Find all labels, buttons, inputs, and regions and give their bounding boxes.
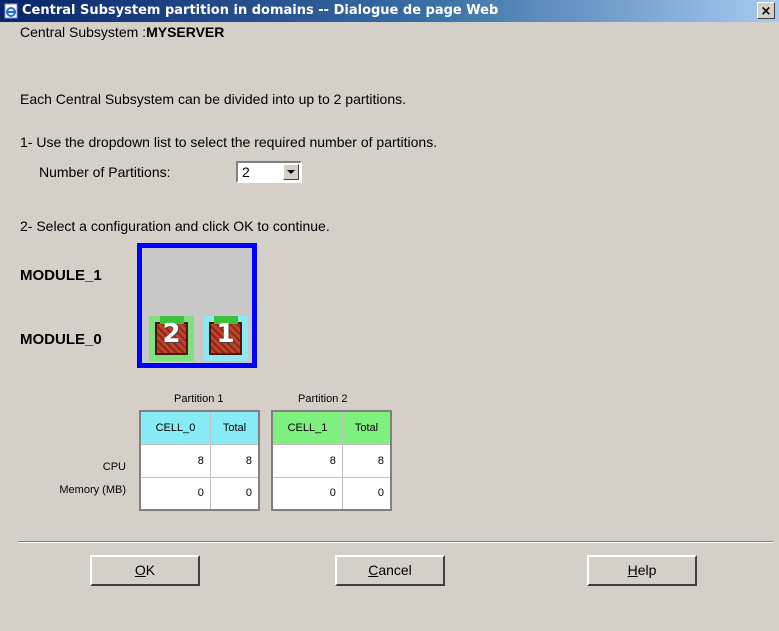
partition-1-title: Partition 1	[174, 393, 224, 405]
ok-accelerator: O	[134, 562, 146, 578]
memory-row-label: Memory (MB)	[59, 484, 126, 496]
subsystem-line: Central Subsystem :MYSERVER	[20, 24, 224, 40]
subsystem-name: MYSERVER	[146, 24, 225, 40]
subsystem-label: Central Subsystem :	[20, 24, 147, 40]
table-cell: 8	[341, 443, 392, 478]
column-header: Total	[209, 410, 260, 445]
table-header-row: CELL_0 Total	[139, 410, 260, 445]
partitions-dropdown[interactable]: 2	[236, 161, 302, 183]
partition-2-table: CELL_1 Total 8 8 0 0	[271, 410, 392, 511]
divider	[18, 541, 773, 543]
table-row: 0 0	[139, 476, 260, 511]
dialog-window: Central Subsystem partition in domains -…	[0, 0, 779, 631]
table-row: 0 0	[271, 476, 392, 511]
cell-partition-number: 2	[162, 319, 181, 349]
table-cell: 8	[209, 443, 260, 478]
cpu-row-label: CPU	[102, 461, 126, 473]
table-cell: 8	[271, 443, 343, 478]
help-label: elp	[637, 562, 657, 578]
ok-label: K	[145, 562, 156, 578]
module-1-label: MODULE_1	[20, 267, 102, 284]
configuration-option[interactable]: 2 1	[137, 243, 257, 368]
close-button[interactable]: ×	[757, 2, 775, 19]
table-cell: 0	[341, 476, 392, 511]
step2-text: 2- Select a configuration and click OK t…	[20, 218, 330, 234]
partitions-label: Number of Partitions:	[39, 164, 171, 180]
partitions-value: 2	[242, 164, 250, 180]
step1-text: 1- Use the dropdown list to select the r…	[20, 134, 438, 150]
window-title: Central Subsystem partition in domains -…	[22, 3, 499, 18]
column-header: CELL_0	[139, 410, 211, 445]
chevron-down-icon[interactable]	[283, 164, 299, 180]
cell-partition-number: 1	[216, 319, 235, 349]
intro-text: Each Central Subsystem can be divided in…	[20, 91, 406, 107]
module-0-label: MODULE_0	[20, 331, 102, 348]
table-cell: 0	[209, 476, 260, 511]
column-header: Total	[341, 410, 392, 445]
ok-button[interactable]: OK	[90, 555, 200, 586]
cancel-label: ancel	[378, 562, 412, 578]
cell-1[interactable]: 1	[203, 316, 248, 361]
ie-page-icon	[4, 3, 18, 19]
cancel-button[interactable]: Cancel	[335, 555, 445, 586]
help-button[interactable]: Help	[587, 555, 697, 586]
help-accelerator: H	[627, 562, 638, 578]
column-header: CELL_1	[271, 410, 343, 445]
cell-0[interactable]: 2	[149, 316, 194, 361]
table-cell: 8	[139, 443, 211, 478]
close-icon: ×	[760, 4, 772, 19]
partition-2-title: Partition 2	[298, 393, 348, 405]
cancel-accelerator: C	[368, 562, 379, 578]
table-header-row: CELL_1 Total	[271, 410, 392, 445]
partition-1-table: CELL_0 Total 8 8 0 0	[139, 410, 260, 511]
table-cell: 0	[271, 476, 343, 511]
title-bar[interactable]: Central Subsystem partition in domains -…	[0, 0, 779, 22]
table-row: 8 8	[139, 443, 260, 478]
table-cell: 0	[139, 476, 211, 511]
table-row: 8 8	[271, 443, 392, 478]
